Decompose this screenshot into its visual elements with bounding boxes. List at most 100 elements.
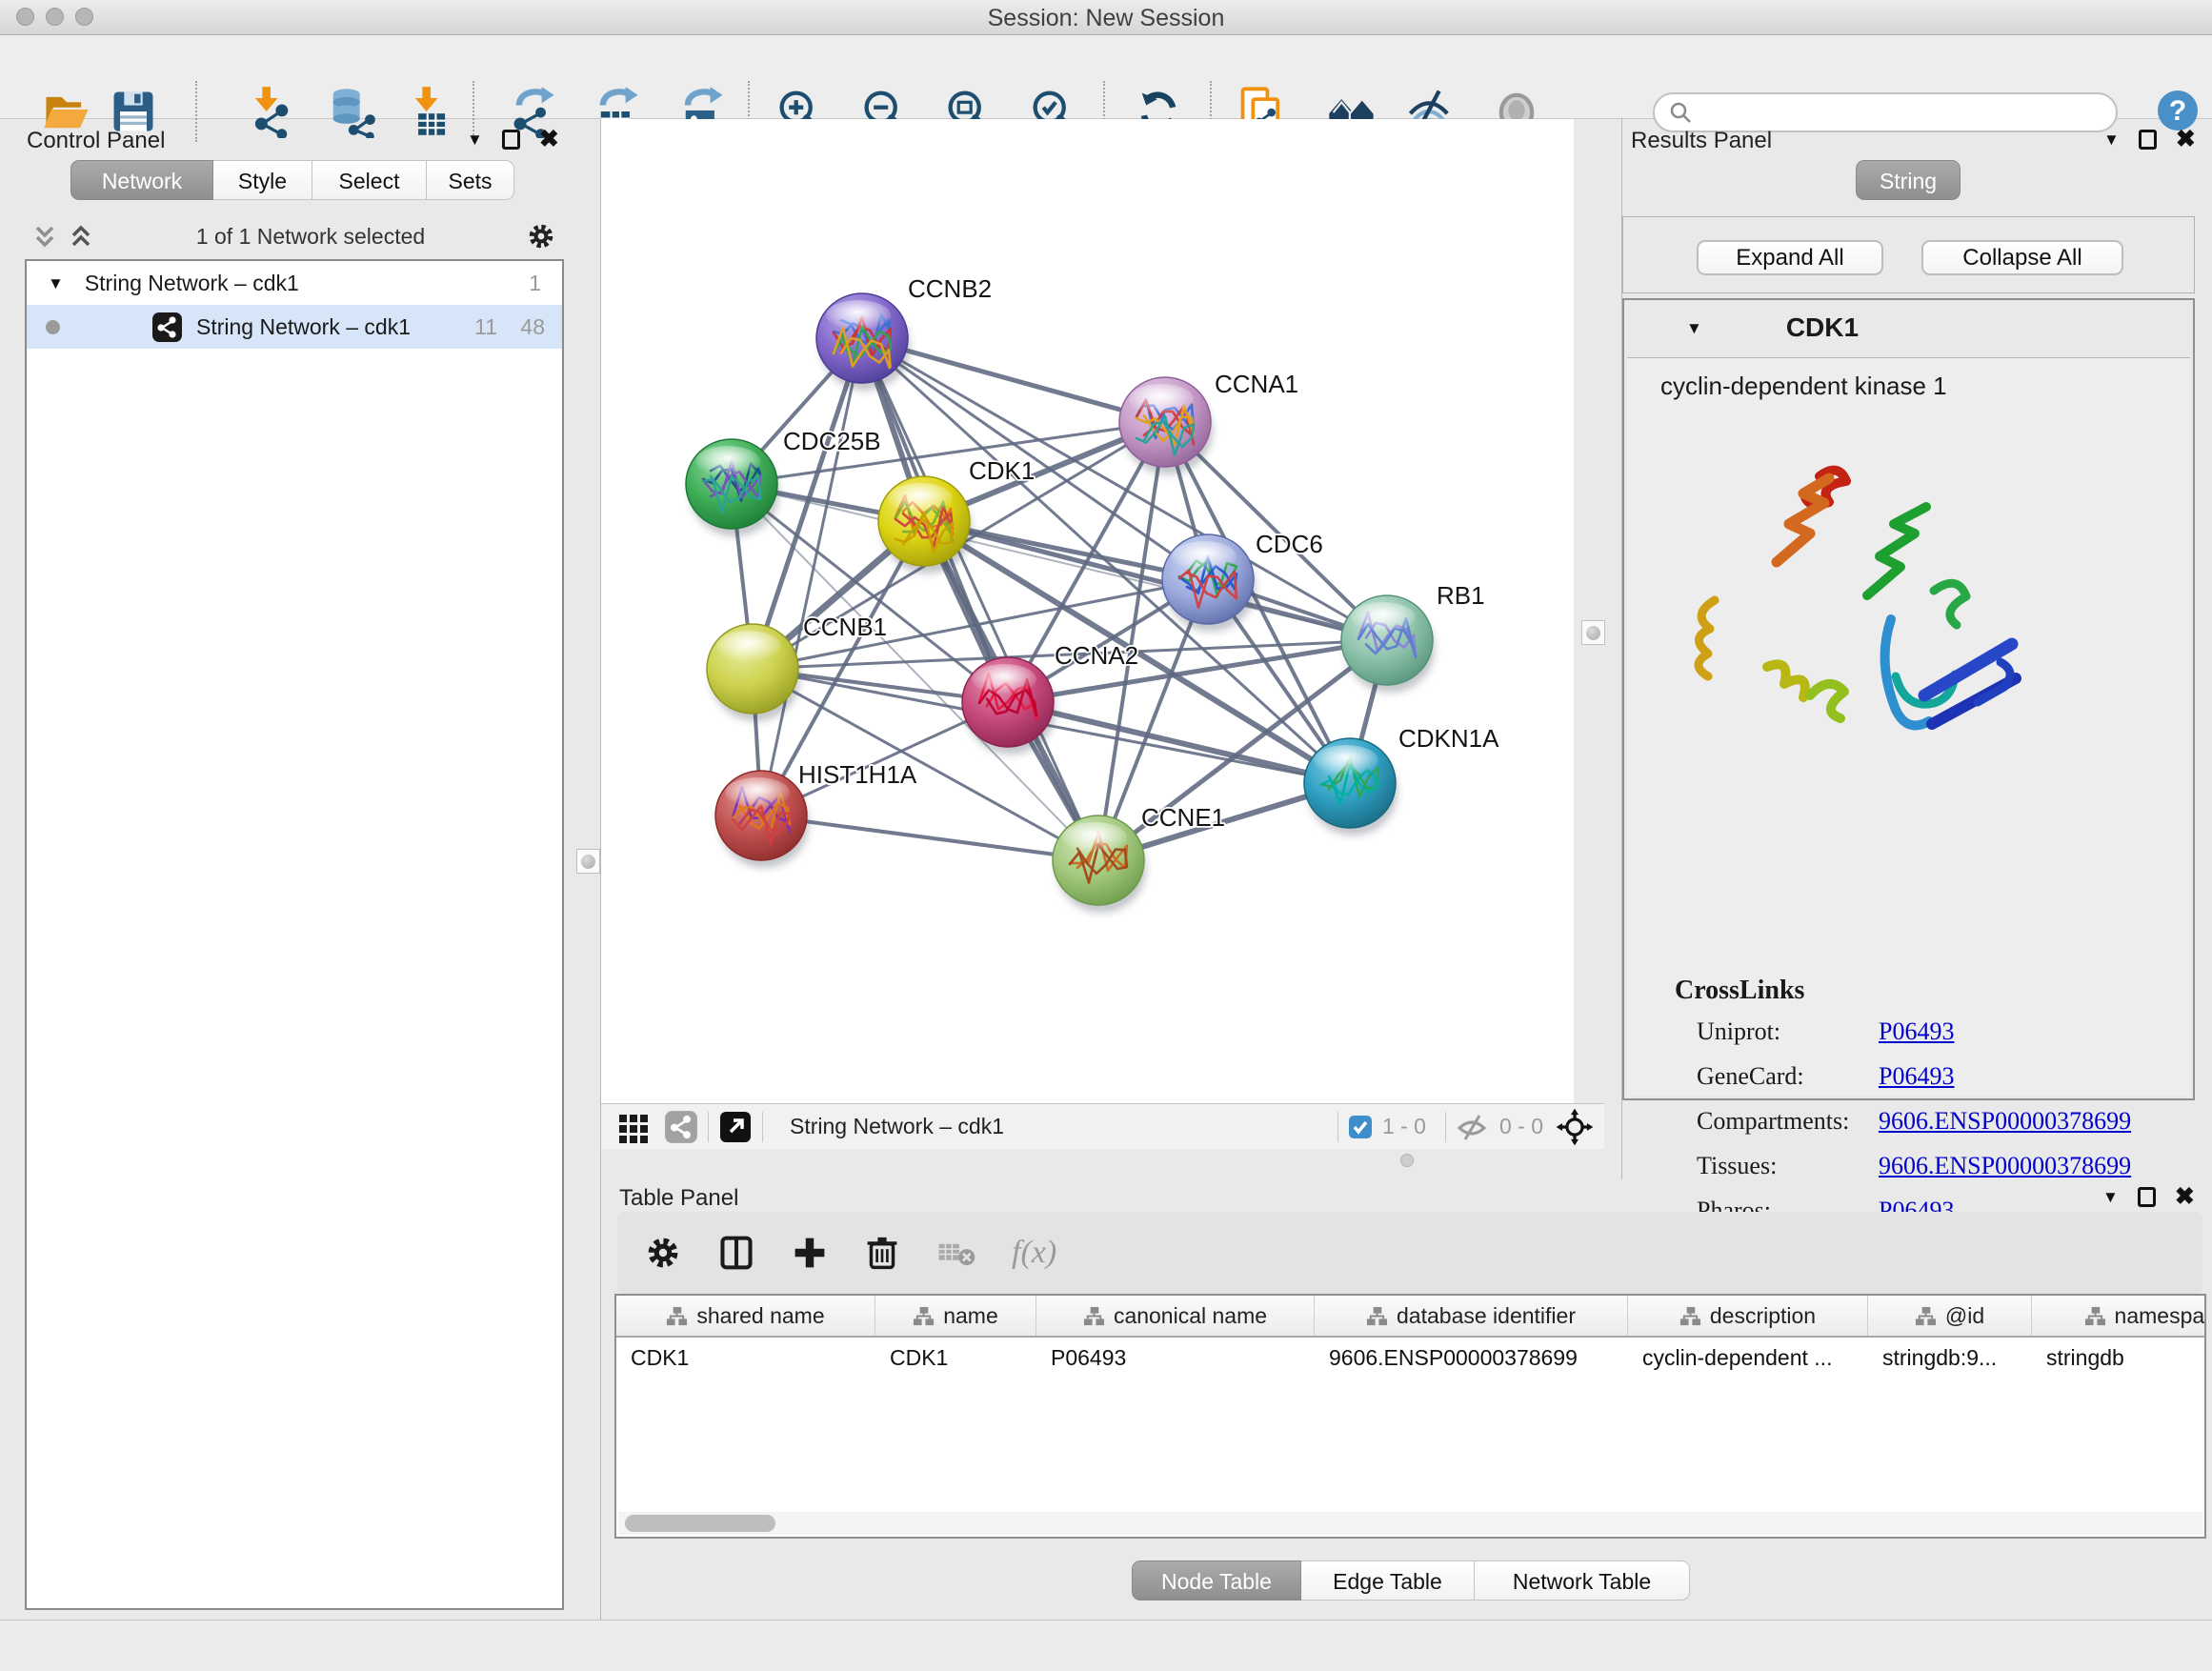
network-share-icon — [151, 312, 183, 343]
hidden-nodes-edges-count: 0 - 0 — [1499, 1114, 1543, 1139]
delete-column-trash-icon[interactable] — [863, 1234, 901, 1272]
selected-checkbox-icon[interactable] — [1348, 1115, 1373, 1139]
tab-style[interactable]: Style — [213, 160, 312, 200]
tab-edge-table[interactable]: Edge Table — [1301, 1560, 1475, 1601]
network-view-share-icon[interactable] — [664, 1110, 698, 1144]
network-graph: CCNB2CCNA1CDC25BCDK1CDC6RB1CCNB1CCNA2CDK… — [601, 119, 1574, 1103]
column-header-description[interactable]: description — [1628, 1296, 1868, 1336]
column-header-id[interactable]: @id — [1868, 1296, 2032, 1336]
cell-description[interactable]: cyclin-dependent ... — [1628, 1345, 1868, 1371]
birdseye-crosshair-icon[interactable] — [1555, 1107, 1595, 1147]
tab-string[interactable]: String — [1856, 160, 1961, 200]
network-collection-row[interactable]: ▼ String Network – cdk1 1 — [27, 261, 562, 305]
tab-node-table[interactable]: Node Table — [1132, 1560, 1301, 1601]
panel-menu-icon[interactable]: ▼ — [2102, 1189, 2119, 1205]
panel-float-icon[interactable] — [2139, 130, 2157, 150]
cell-namespace[interactable]: stringdb — [2032, 1345, 2206, 1371]
crosslink-row: Compartments: 9606.ENSP00000378699 — [1697, 1107, 2173, 1152]
network-list-toolbar: 1 of 1 Network selected — [25, 213, 564, 259]
scrollbar-thumb[interactable] — [625, 1515, 775, 1532]
results-buttons-box: Expand All Collapse All — [1622, 216, 2195, 293]
protein-result-card: ▼ CDK1 cyclin-dependent kinase 1 — [1622, 298, 2195, 1100]
hidden-eye-slash-icon[interactable] — [1456, 1111, 1488, 1143]
network-row-selected[interactable]: String Network – cdk1 11 48 — [27, 305, 562, 349]
cell-id[interactable]: stringdb:9... — [1868, 1345, 2032, 1371]
results-panel: Results Panel ▼ ✖ String Expand All Coll… — [1622, 118, 2212, 1179]
crosslink-label: Compartments: — [1697, 1107, 1849, 1135]
results-panel-splitter-handle[interactable] — [1581, 620, 1605, 645]
protein-card-header[interactable]: ▼ CDK1 — [1624, 300, 2193, 355]
collapse-all-chevron-icon[interactable] — [30, 222, 59, 251]
crosslink-value-link[interactable]: 9606.ENSP00000378699 — [1879, 1107, 2131, 1136]
attribute-icon — [913, 1305, 935, 1327]
control-panel-controls: ▼ ✖ — [467, 128, 559, 151]
crosslink-value-link[interactable]: 9606.ENSP00000378699 — [1879, 1152, 2131, 1180]
attribute-icon — [666, 1305, 688, 1327]
splitter-dot-icon — [1586, 626, 1600, 640]
crosslink-label: Tissues: — [1697, 1152, 1777, 1179]
panel-close-icon[interactable]: ✖ — [2175, 1185, 2195, 1209]
tab-network-table[interactable]: Network Table — [1475, 1560, 1690, 1601]
delete-table-icon[interactable] — [935, 1234, 977, 1272]
cell-database-identifier[interactable]: 9606.ENSP00000378699 — [1315, 1345, 1628, 1371]
network-node-label: HIST1H1A — [798, 760, 917, 789]
collection-expand-icon[interactable]: ▼ — [48, 275, 64, 292]
cell-shared-name[interactable]: CDK1 — [616, 1345, 875, 1371]
panel-menu-icon[interactable]: ▼ — [467, 131, 483, 148]
cell-name[interactable]: CDK1 — [875, 1345, 1036, 1371]
expand-all-button[interactable]: Expand All — [1697, 240, 1883, 275]
crosslink-row: GeneCard: P06493 — [1697, 1062, 2173, 1107]
cell-canonical-name[interactable]: P06493 — [1036, 1345, 1315, 1371]
show-columns-icon[interactable] — [716, 1233, 756, 1273]
protein-card-body: cyclin-dependent kinase 1 — [1627, 357, 2190, 1096]
table-type-tabs: Node Table Edge Table Network Table — [1132, 1560, 1690, 1601]
table-row[interactable]: CDK1 CDK1 P06493 9606.ENSP00000378699 cy… — [616, 1338, 2204, 1378]
status-bar: Memory — [0, 1620, 2212, 1671]
network-options-gear-icon[interactable] — [526, 221, 556, 252]
statusbar-separator — [708, 1112, 709, 1142]
panel-close-icon[interactable]: ✖ — [2176, 128, 2196, 151]
network-canvas[interactable]: CCNB2CCNA1CDC25BCDK1CDC6RB1CCNB1CCNA2CDK… — [601, 119, 1574, 1103]
column-header-canonical-name[interactable]: canonical name — [1036, 1296, 1315, 1336]
panel-close-icon[interactable]: ✖ — [539, 128, 559, 151]
collection-label: String Network – cdk1 — [85, 271, 299, 296]
collapse-all-button[interactable]: Collapse All — [1921, 240, 2123, 275]
table-settings-gear-icon[interactable] — [644, 1234, 682, 1272]
column-header-name[interactable]: name — [875, 1296, 1036, 1336]
splitter-dot-icon — [581, 855, 595, 869]
network-edge-count: 48 — [520, 314, 545, 340]
protein-collapse-icon[interactable]: ▼ — [1686, 320, 1702, 336]
table-panel-controls: ▼ ✖ — [2102, 1185, 2195, 1209]
tab-select[interactable]: Select — [312, 160, 427, 200]
network-edge[interactable] — [761, 815, 1098, 860]
grid-view-icon[interactable] — [616, 1110, 651, 1144]
panel-menu-icon[interactable]: ▼ — [2103, 131, 2120, 148]
network-node-label: CCNB1 — [803, 613, 887, 641]
attribute-icon — [1679, 1305, 1701, 1327]
network-label: String Network – cdk1 — [196, 314, 411, 340]
crosslink-value-link[interactable]: P06493 — [1879, 1017, 1954, 1046]
control-panel-splitter-handle[interactable] — [576, 849, 600, 874]
results-panel-title: Results Panel — [1631, 128, 1772, 154]
expand-all-chevron-icon[interactable] — [67, 222, 95, 251]
statusbar-separator — [1337, 1112, 1338, 1142]
table-panel-splitter-handle[interactable] — [1400, 1154, 1414, 1167]
table-horizontal-scrollbar[interactable] — [618, 1512, 2202, 1535]
column-header-namespace[interactable]: namespace — [2032, 1296, 2206, 1336]
column-header-shared-name[interactable]: shared name — [616, 1296, 875, 1336]
function-builder-icon[interactable]: f(x) — [1012, 1235, 1056, 1271]
tab-sets[interactable]: Sets — [427, 160, 514, 200]
network-status-dot — [46, 320, 60, 334]
panel-float-icon[interactable] — [2138, 1187, 2156, 1207]
tab-network[interactable]: Network — [70, 160, 213, 200]
detach-view-icon[interactable] — [718, 1110, 753, 1144]
control-panel-title: Control Panel — [27, 128, 165, 154]
crosslinks-title: CrossLinks — [1675, 976, 1804, 1006]
column-header-database-identifier[interactable]: database identifier — [1315, 1296, 1628, 1336]
add-column-plus-icon[interactable] — [791, 1234, 829, 1272]
crosslink-value-link[interactable]: P06493 — [1879, 1062, 1954, 1091]
statusbar-separator — [762, 1112, 763, 1142]
network-tree: ▼ String Network – cdk1 1 String Network… — [25, 259, 564, 1610]
panel-float-icon[interactable] — [502, 130, 520, 150]
attribute-icon — [1083, 1305, 1105, 1327]
